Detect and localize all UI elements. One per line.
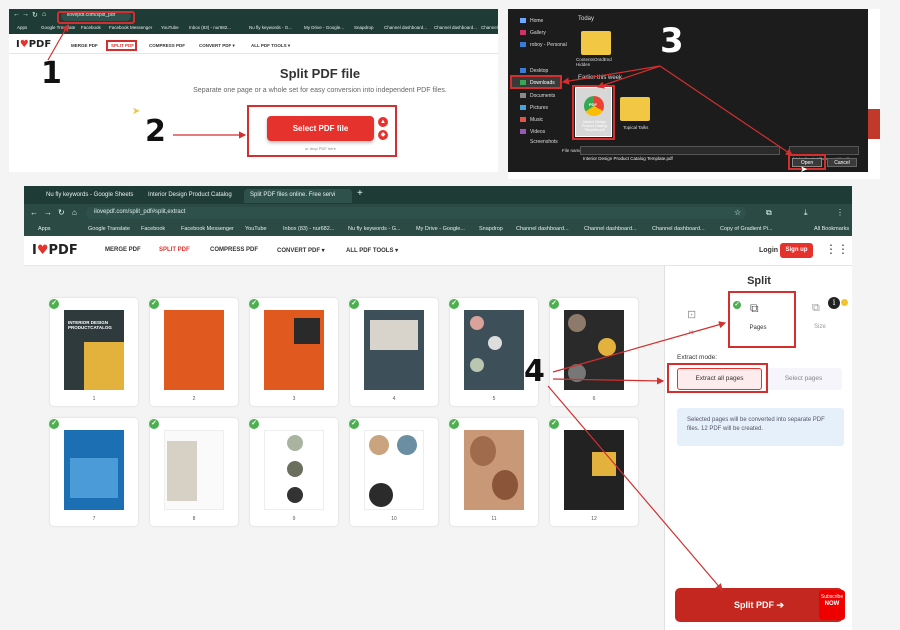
step-number-1: 1 (41, 56, 62, 91)
step-number-2: 2 (145, 114, 166, 149)
arrow-step4-extract (552, 377, 665, 385)
annotation-arrows (47, 23, 793, 591)
step-number-3: 3 (660, 21, 684, 61)
arrow-step1 (47, 23, 69, 61)
arrow-step3-open (659, 65, 793, 156)
arrow-step4-pages (552, 321, 727, 373)
arrow-step3-file (596, 65, 661, 89)
arrow-step3-downloads (561, 65, 661, 85)
arrow-step4-split (547, 385, 723, 591)
step-number-4: 4 (524, 354, 545, 389)
